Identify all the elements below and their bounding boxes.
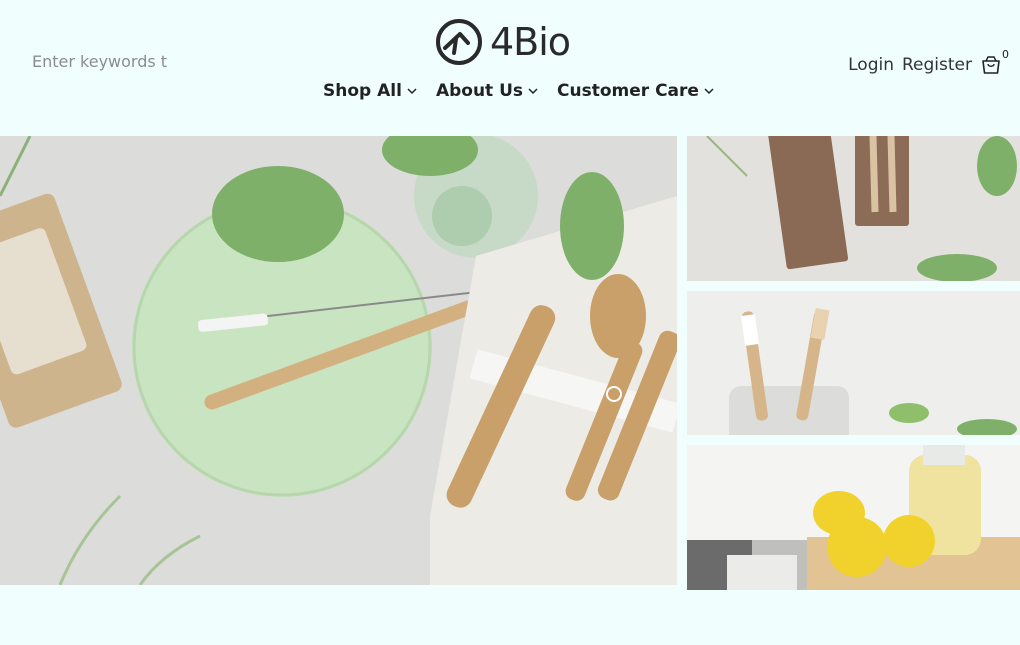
logo[interactable]: 4Bio: [434, 17, 571, 67]
nav-label: About Us: [435, 81, 524, 101]
tile-pens-illustration: [687, 136, 1020, 281]
nav-shop-all[interactable]: Shop All: [323, 81, 418, 101]
nav-label: Customer Care: [557, 81, 699, 101]
hero-image[interactable]: [0, 136, 677, 585]
main-nav: Shop All About Us Customer Care: [323, 78, 715, 104]
product-tile-pens[interactable]: [687, 136, 1020, 281]
nav-label: Shop All: [323, 81, 402, 101]
logo-icon: [436, 19, 482, 65]
cart-bag-icon: [982, 56, 1000, 74]
product-tile-lemons[interactable]: [687, 445, 1020, 590]
login-link[interactable]: Login: [848, 55, 894, 75]
nav-customer-care[interactable]: Customer Care: [557, 81, 715, 101]
site-header: 4Bio Shop All About Us Customer Care Log…: [0, 0, 1020, 136]
hero-illustration: [0, 136, 677, 585]
tile-toothbrush-illustration: [687, 291, 1020, 435]
account-links: Login Register 0: [848, 48, 1009, 76]
search-input[interactable]: [30, 46, 184, 76]
logo-text: 4Bio: [490, 20, 571, 64]
cart-count: 0: [1002, 48, 1009, 61]
tile-lemons-illustration: [687, 445, 1020, 590]
cart-button[interactable]: 0: [980, 48, 1009, 76]
nav-about-us[interactable]: About Us: [436, 81, 539, 101]
register-link[interactable]: Register: [902, 55, 972, 75]
chevron-down-icon: [407, 88, 417, 95]
chevron-down-icon: [704, 88, 714, 95]
chevron-down-icon: [528, 88, 538, 95]
product-tile-toothbrushes[interactable]: [687, 291, 1020, 435]
